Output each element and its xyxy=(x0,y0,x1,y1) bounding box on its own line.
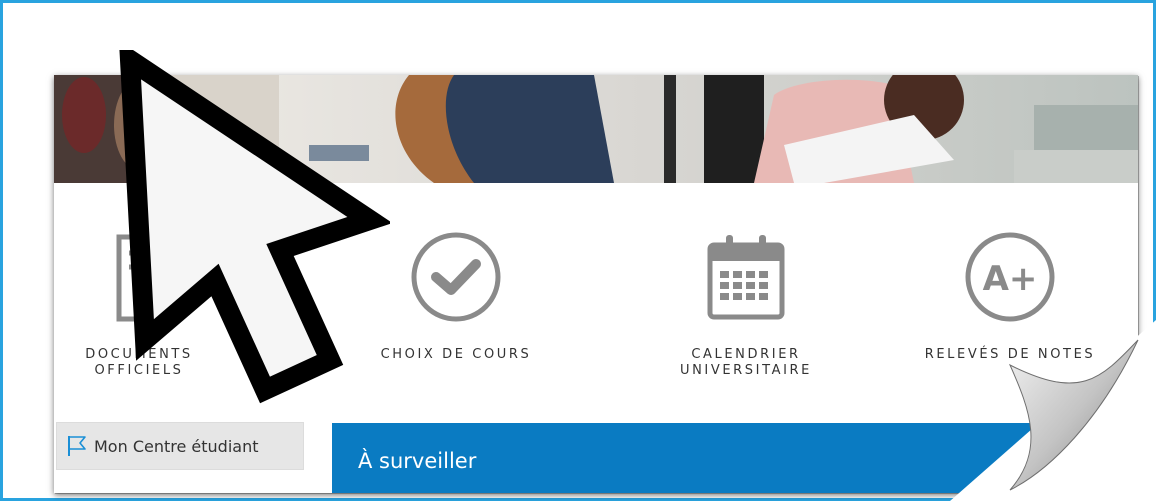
checkmark-circle-icon xyxy=(411,232,501,322)
mon-centre-etudiant-button[interactable]: Mon Centre étudiant xyxy=(56,422,304,470)
a-surveiller-title: À surveiller xyxy=(358,449,477,473)
grade-a-plus-icon: A+ xyxy=(965,232,1055,322)
tile-label: CALENDRIER UNIVERSITAIRE xyxy=(679,347,812,378)
mon-centre-etudiant-label: Mon Centre étudiant xyxy=(94,436,259,456)
tile-calendrier-universitaire[interactable]: CALENDRIER UNIVERSITAIRE xyxy=(636,215,856,395)
page-curl-effect xyxy=(950,320,1156,501)
calendar-icon xyxy=(707,235,785,320)
flag-icon xyxy=(68,436,86,456)
cursor-arrow-icon xyxy=(119,50,390,404)
svg-text:A+: A+ xyxy=(983,259,1038,299)
